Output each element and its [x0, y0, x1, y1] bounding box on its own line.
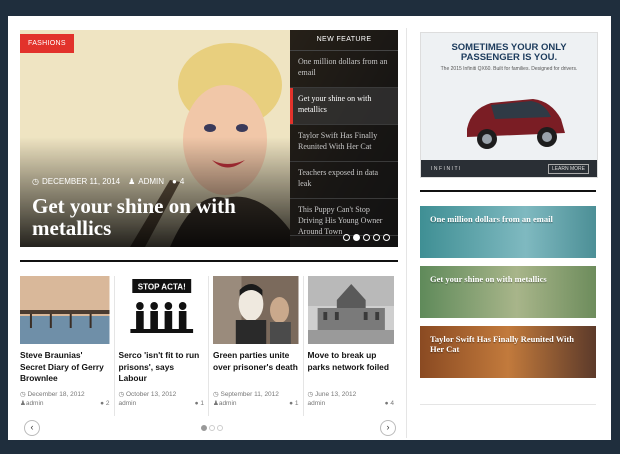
- post-date: September 11, 2012: [220, 391, 279, 398]
- hero-slider[interactable]: FASHIONS ◷ DECEMBER 11, 2014 ♟ ADMIN ● 4 Ge…: [20, 30, 398, 247]
- post-title[interactable]: Steve Braunias' Secret Diary of Gerry Br…: [20, 350, 110, 387]
- post-author[interactable]: admin: [308, 399, 326, 408]
- ad-headline: SOMETIMES YOUR ONLY PASSENGER IS YOU.: [451, 42, 567, 63]
- post-card[interactable]: Move to break up parks network foiled ◷ …: [304, 276, 399, 416]
- stop-acta-poster: STOP ACTA!: [118, 276, 204, 344]
- post-author[interactable]: admin: [26, 400, 44, 407]
- post-author[interactable]: admin: [119, 399, 137, 408]
- post-meta: ◷ December 18, 2012 ♟admin ● 2: [20, 390, 110, 408]
- clock-icon: ◷: [118, 391, 126, 398]
- pier-photo: [20, 276, 110, 344]
- hero-comments[interactable]: ● 4: [172, 177, 184, 186]
- post-comments[interactable]: 1: [295, 400, 299, 407]
- post-comments[interactable]: 4: [390, 400, 394, 407]
- hero-author-text: ADMIN: [138, 177, 165, 186]
- page-frame: FASHIONS ◷ DECEMBER 11, 2014 ♟ ADMIN ● 4 Ge…: [8, 16, 611, 440]
- category-badge[interactable]: FASHIONS: [20, 34, 74, 53]
- ad-cta-button[interactable]: LEARN MORE: [547, 164, 589, 174]
- post-comments[interactable]: 1: [200, 400, 204, 407]
- slider-dot[interactable]: [363, 234, 370, 241]
- slider-dots: [343, 234, 390, 241]
- hero-title[interactable]: Get your shine on with metallics: [32, 195, 282, 239]
- clock-icon: ◷: [32, 177, 39, 186]
- post-comments[interactable]: 2: [106, 400, 110, 407]
- user-icon: ♟: [128, 177, 136, 186]
- carousel-dot-active[interactable]: [201, 425, 207, 431]
- carousel-pager: ‹ ›: [20, 418, 398, 438]
- hero-meta: ◷ DECEMBER 11, 2014 ♟ ADMIN ● 4: [32, 177, 184, 186]
- sidebar-rule: [420, 190, 596, 192]
- carousel-dot[interactable]: [209, 425, 215, 431]
- ad-footer: INFINITI LEARN MORE: [421, 160, 597, 177]
- feature-heading: NEW FEATURE: [290, 30, 398, 51]
- clock-icon: ◷: [307, 391, 315, 398]
- new-feature-panel: NEW FEATURE One million dollars from an …: [290, 30, 398, 247]
- post-author[interactable]: admin: [219, 400, 237, 407]
- feature-item-active[interactable]: Get your shine on with metallics: [290, 88, 398, 125]
- carousel-dots: [201, 425, 223, 431]
- slider-dot[interactable]: [373, 234, 380, 241]
- mask-protest-photo: [213, 276, 299, 344]
- sidebar-post-title[interactable]: Get your shine on with metallics: [430, 274, 590, 284]
- post-card[interactable]: Green parties unite over prisoner's deat…: [209, 276, 304, 416]
- post-card[interactable]: Steve Braunias' Secret Diary of Gerry Br…: [20, 276, 115, 416]
- post-date: October 13, 2012: [125, 391, 177, 398]
- section-rule: [20, 260, 398, 262]
- ad-brand: INFINITI: [431, 166, 462, 172]
- sidebar-post-title[interactable]: One million dollars from an email: [430, 214, 590, 224]
- post-meta: ◷ September 11, 2012 ♟admin ● 1: [213, 390, 299, 408]
- post-carousel: Steve Braunias' Secret Diary of Gerry Br…: [20, 276, 398, 416]
- post-card[interactable]: STOP ACTA! Serco 'isn't fit to run priso…: [115, 276, 209, 416]
- sidebar-post[interactable]: Get your shine on with metallics: [420, 266, 596, 318]
- slider-dot[interactable]: [343, 234, 350, 241]
- post-title[interactable]: Green parties unite over prisoner's deat…: [213, 350, 299, 387]
- hero-comments-count: 4: [179, 177, 185, 186]
- post-title[interactable]: Serco 'isn't fit to run prisons', says L…: [119, 350, 205, 387]
- hero-date: ◷ DECEMBER 11, 2014: [32, 177, 120, 186]
- feature-item[interactable]: Teachers exposed in data leak: [290, 162, 398, 199]
- car-image: [467, 99, 565, 149]
- hero-date-text: DECEMBER 11, 2014: [41, 177, 121, 186]
- feature-item[interactable]: This Puppy Can't Stop Driving His Young …: [290, 199, 398, 236]
- sidebar-post-list: One million dollars from an email Get yo…: [420, 206, 596, 386]
- post-date: June 13, 2012: [314, 391, 357, 398]
- post-meta: ◷ June 13, 2012 admin ● 4: [308, 390, 395, 408]
- hero-author[interactable]: ♟ ADMIN: [128, 177, 164, 186]
- ad-subline: The 2015 Infiniti QX60. Built for famili…: [440, 66, 578, 72]
- column-divider: [406, 28, 407, 438]
- carousel-dot[interactable]: [217, 425, 223, 431]
- sidebar-ad[interactable]: SOMETIMES YOUR ONLY PASSENGER IS YOU. Th…: [420, 32, 598, 178]
- slider-dot[interactable]: [383, 234, 390, 241]
- sidebar-post[interactable]: One million dollars from an email: [420, 206, 596, 258]
- sidebar-post[interactable]: Taylor Swift Has Finally Reunited With H…: [420, 326, 596, 378]
- sidebar-post-title[interactable]: Taylor Swift Has Finally Reunited With H…: [430, 334, 590, 354]
- post-title[interactable]: Move to break up parks network foiled: [308, 350, 395, 387]
- prev-button[interactable]: ‹: [24, 420, 40, 436]
- comment-icon: ●: [172, 177, 177, 186]
- feature-item[interactable]: Taylor Swift Has Finally Reunited With H…: [290, 125, 398, 162]
- slider-dot-active[interactable]: [353, 234, 360, 241]
- post-date: December 18, 2012: [27, 391, 85, 398]
- next-button[interactable]: ›: [380, 420, 396, 436]
- sidebar-bottom-divider: [420, 404, 596, 405]
- post-meta: ◷ October 13, 2012 admin ● 1: [119, 390, 205, 408]
- poster-text: STOP ACTA!: [137, 281, 185, 291]
- city-hall-photo: [307, 276, 394, 344]
- feature-item[interactable]: One million dollars from an email: [290, 51, 398, 88]
